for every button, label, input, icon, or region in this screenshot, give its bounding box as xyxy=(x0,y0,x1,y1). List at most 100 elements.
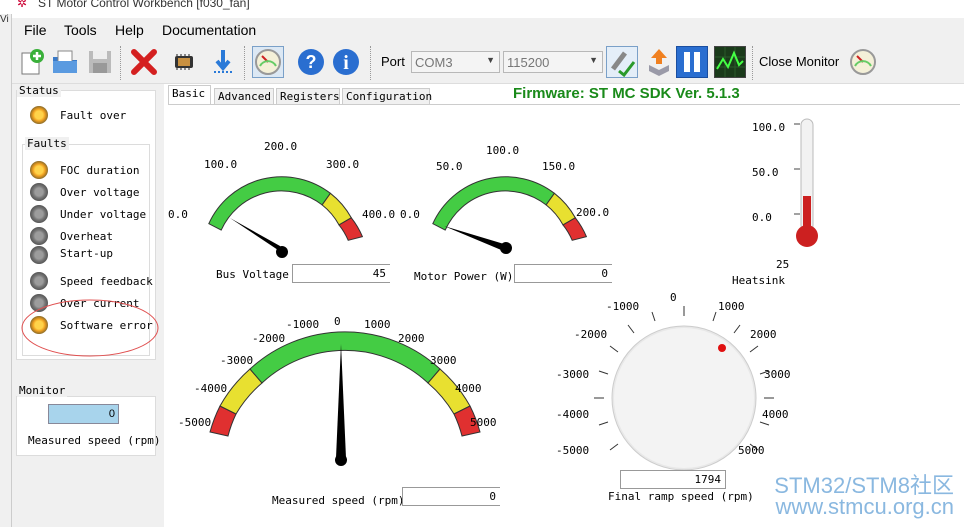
close-monitor-label[interactable]: Close Monitor xyxy=(759,54,839,69)
open-project-button[interactable] xyxy=(49,46,81,78)
gauge-tick-label: 0.0 xyxy=(168,208,188,221)
gauge-tick-label: 50.0 xyxy=(436,160,463,173)
oscilloscope-icon xyxy=(715,47,745,77)
gauge-tick-label: 150.0 xyxy=(542,160,576,173)
gauge-tick-label: -5000 xyxy=(178,416,212,429)
save-button[interactable] xyxy=(84,46,116,78)
final-ramp-value[interactable]: 1794 xyxy=(620,470,726,489)
gauge-tick-label: 4000 xyxy=(455,382,482,395)
fault-label: Overheat xyxy=(60,230,113,243)
highlight-ellipse xyxy=(21,299,159,357)
menu-bar: File Tools Help Documentation xyxy=(12,18,964,42)
measured-speed-label: Measured speed (rpm) xyxy=(272,494,405,507)
chevron-down-icon: ▼ xyxy=(486,55,495,65)
baud-value: 115200 xyxy=(507,55,550,70)
heatsink-value: 25 xyxy=(776,258,790,271)
menu-documentation[interactable]: Documentation xyxy=(162,22,256,38)
chip-button[interactable] xyxy=(168,46,200,78)
gauge-tick-label: 5000 xyxy=(470,416,497,429)
thermo-tick-label: 50.0 xyxy=(752,166,779,179)
gauge-tick-label: 0 xyxy=(334,315,341,328)
tab-content-border xyxy=(168,104,960,105)
chip-icon xyxy=(175,54,193,70)
gauge-band-green xyxy=(208,176,332,231)
svg-text:i: i xyxy=(343,52,349,74)
fault-label: Over voltage xyxy=(60,186,140,199)
help-question-icon: ? xyxy=(298,49,324,75)
thermometer-fill xyxy=(803,196,811,226)
knob-tick-label: -3000 xyxy=(556,368,590,381)
bus-voltage-label: Bus Voltage xyxy=(216,268,289,281)
knob-tick-label: 1000 xyxy=(718,300,745,313)
measured-speed-value: 0 xyxy=(402,487,500,506)
fault-over-lamp xyxy=(30,106,48,124)
pause-icon xyxy=(684,52,700,72)
menu-file[interactable]: File xyxy=(24,22,47,38)
port-value: COM3 xyxy=(415,55,453,70)
upload-button[interactable] xyxy=(643,46,675,78)
toolbar: ? i Port COM3 ▼ 115200 ▼ Close Monitor xyxy=(12,42,964,84)
toolbar-separator xyxy=(752,46,753,80)
tab-advanced[interactable]: Advanced xyxy=(214,88,274,105)
heatsink-thermometer xyxy=(794,118,818,247)
tab-configuration[interactable]: Configuration xyxy=(342,88,432,105)
knob-tick-label: -1000 xyxy=(606,300,640,313)
delete-button[interactable] xyxy=(128,46,160,78)
help-button[interactable]: ? xyxy=(295,46,327,78)
fault-lamp xyxy=(30,161,48,179)
monitor-speed-value: 0 xyxy=(48,404,119,424)
faults-title: Faults xyxy=(25,137,69,150)
gauge-band-green xyxy=(432,176,556,231)
port-select[interactable]: COM3 ▼ xyxy=(411,51,500,73)
gauge-tick-label: 3000 xyxy=(430,354,457,367)
fault-lamp xyxy=(30,246,48,264)
knob-indicator xyxy=(718,344,726,352)
left-pane: Status Fault over Faults FOC duration Ov… xyxy=(12,84,164,527)
fault-lamp xyxy=(30,272,48,290)
connect-button[interactable] xyxy=(606,46,638,78)
fault-lamp xyxy=(30,227,48,245)
knob-tick-label: 2000 xyxy=(750,328,777,341)
knob-tick-label: -2000 xyxy=(574,328,608,341)
motor-power-value: 0 xyxy=(514,264,612,283)
new-document-icon xyxy=(21,49,44,75)
red-x-icon xyxy=(131,49,157,75)
window-title: ST Motor Control Workbench [f030_fan] xyxy=(38,0,250,10)
bus-voltage-value: 45 xyxy=(292,264,390,283)
menu-tools[interactable]: Tools xyxy=(64,22,97,38)
knob-tick-label: 4000 xyxy=(762,408,789,421)
save-disk-icon xyxy=(89,51,111,73)
motor-power-label: Motor Power (W) xyxy=(414,270,514,283)
fault-lamp xyxy=(30,205,48,223)
tab-registers[interactable]: Registers xyxy=(276,88,340,105)
gauge-tick-label: -1000 xyxy=(286,318,320,331)
download-button[interactable] xyxy=(207,46,239,78)
download-arrow-icon xyxy=(214,50,232,73)
menu-help[interactable]: Help xyxy=(115,22,144,38)
gauge-tick-label: 100.0 xyxy=(486,144,520,157)
fault-label: Start-up xyxy=(60,247,113,260)
info-button[interactable]: i xyxy=(330,46,362,78)
chevron-down-icon: ▼ xyxy=(589,55,598,65)
left-edge-panel: Vi xyxy=(0,14,12,527)
fault-label: Speed feedback xyxy=(60,275,153,288)
firmware-version: Firmware: ST MC SDK Ver. 5.1.3 xyxy=(513,85,740,102)
pause-button[interactable] xyxy=(676,46,708,78)
gauge-clock-icon xyxy=(850,49,876,75)
heatsink-label: Heatsink xyxy=(732,274,785,287)
tab-basic[interactable]: Basic xyxy=(168,85,211,105)
svg-text:?: ? xyxy=(306,52,317,72)
monitor-button[interactable] xyxy=(252,46,284,78)
baud-select[interactable]: 115200 ▼ xyxy=(503,51,603,73)
gauge-needle xyxy=(444,226,512,254)
fault-over-label: Fault over xyxy=(60,109,127,122)
gauge-tick-label: -3000 xyxy=(220,354,254,367)
close-monitor-button[interactable] xyxy=(847,46,879,78)
thermo-tick-label: 0.0 xyxy=(752,211,772,224)
info-icon: i xyxy=(333,49,359,75)
plot-button[interactable] xyxy=(714,46,746,78)
left-edge-text: Vi xyxy=(0,14,9,25)
new-project-button[interactable] xyxy=(16,46,48,78)
watermark-line2: www.stmcu.org.cn xyxy=(775,494,955,519)
thermo-tick-label: 100.0 xyxy=(752,121,786,134)
